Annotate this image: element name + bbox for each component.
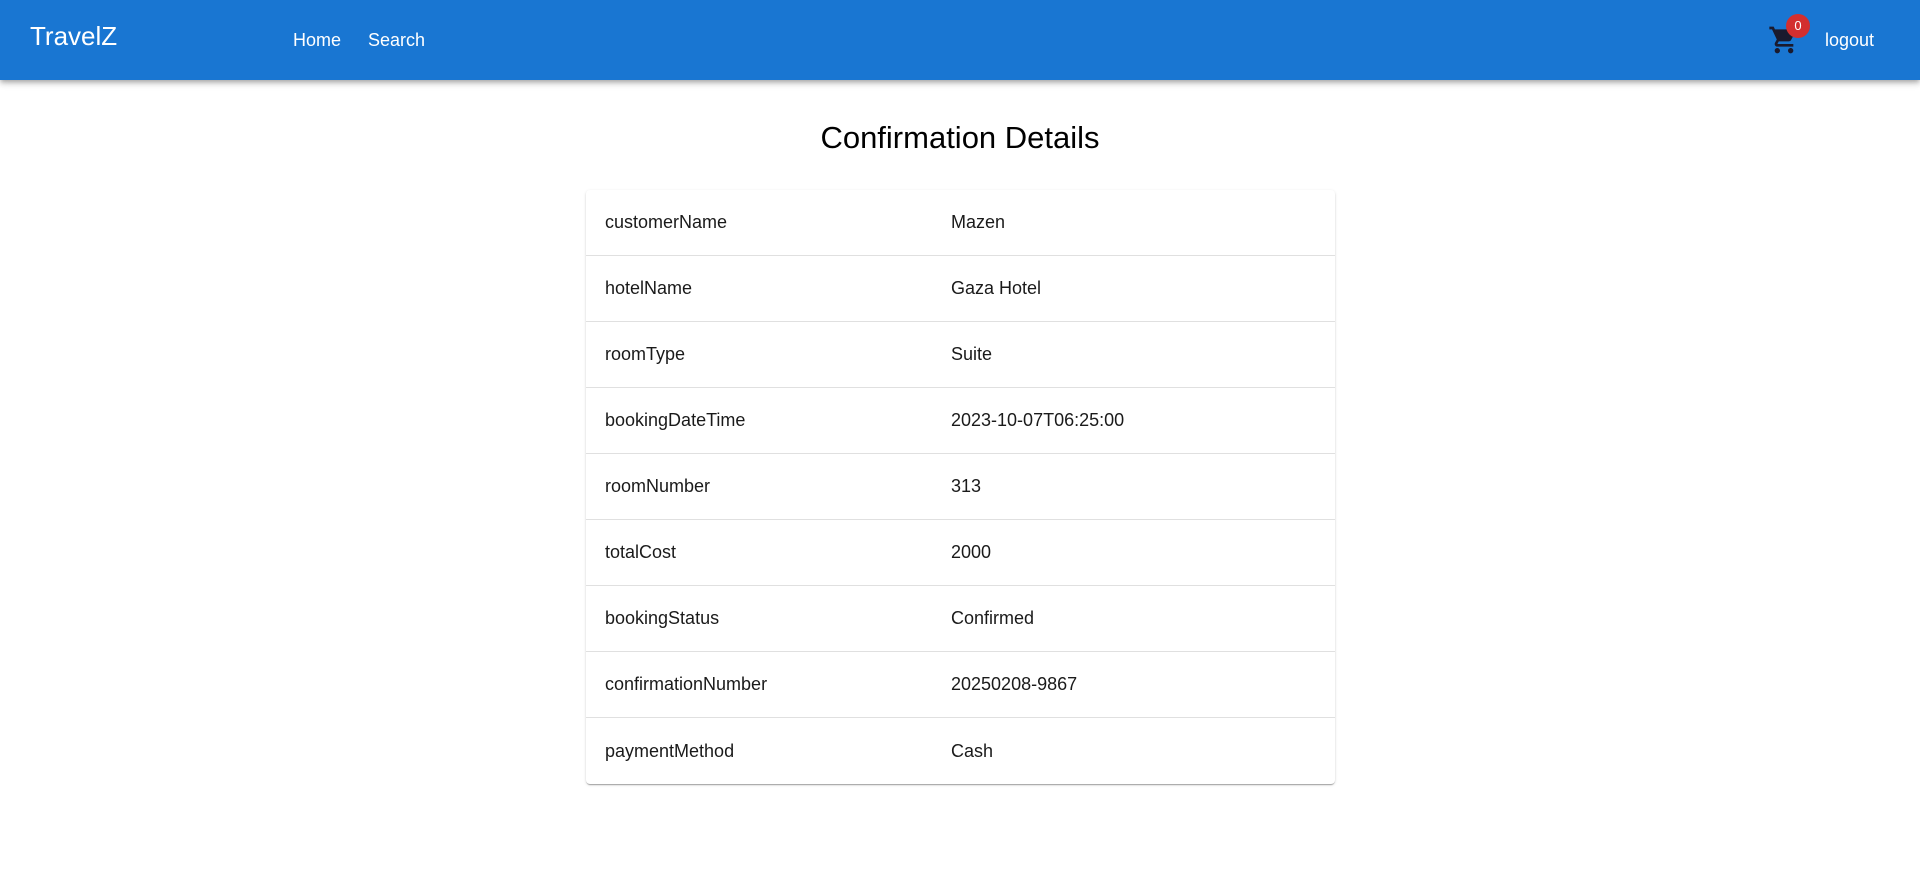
field-label: roomType xyxy=(605,344,686,364)
table-row: roomNumber 313 xyxy=(586,454,1335,520)
field-value: Suite xyxy=(951,344,993,364)
field-value: 2000 xyxy=(951,542,992,562)
confirmation-details-table: customerName Mazen hotelName Gaza Hotel … xyxy=(586,190,1335,784)
field-label: bookingDateTime xyxy=(605,410,746,430)
table-row: hotelName Gaza Hotel xyxy=(586,256,1335,322)
app-bar: TravelZ Home Search 0 logout xyxy=(0,0,1920,80)
field-value: Confirmed xyxy=(951,608,1035,628)
field-label: totalCost xyxy=(605,542,677,562)
field-value: Cash xyxy=(951,740,994,761)
field-value: 313 xyxy=(951,476,982,496)
field-label: paymentMethod xyxy=(605,740,735,761)
field-value: 2023-10-07T06:25:00 xyxy=(951,410,1125,430)
brand-logo-text[interactable]: TravelZ xyxy=(30,20,117,52)
table-row: confirmationNumber 20250208-9867 xyxy=(586,652,1335,718)
nav-search-link[interactable]: Search xyxy=(368,28,425,52)
field-label: roomNumber xyxy=(605,476,711,496)
table-row: totalCost 2000 xyxy=(586,520,1335,586)
field-label: customerName xyxy=(605,212,728,232)
field-value: 20250208-9867 xyxy=(951,674,1078,694)
field-value: Gaza Hotel xyxy=(951,278,1042,298)
logout-button[interactable]: logout xyxy=(1825,28,1874,52)
nav-home-link[interactable]: Home xyxy=(293,28,341,52)
table-row: roomType Suite xyxy=(586,322,1335,388)
table-row: paymentMethod Cash xyxy=(586,718,1335,784)
field-label: bookingStatus xyxy=(605,608,720,628)
table-row: bookingStatus Confirmed xyxy=(586,586,1335,652)
field-value: Mazen xyxy=(951,212,1006,232)
field-label: confirmationNumber xyxy=(605,674,768,694)
table-row: bookingDateTime 2023-10-07T06:25:00 xyxy=(586,388,1335,454)
page-title: Confirmation Details xyxy=(820,120,1100,155)
field-label: hotelName xyxy=(605,278,693,298)
cart-count-badge: 0 xyxy=(1786,14,1810,38)
table-row: customerName Mazen xyxy=(586,190,1335,256)
